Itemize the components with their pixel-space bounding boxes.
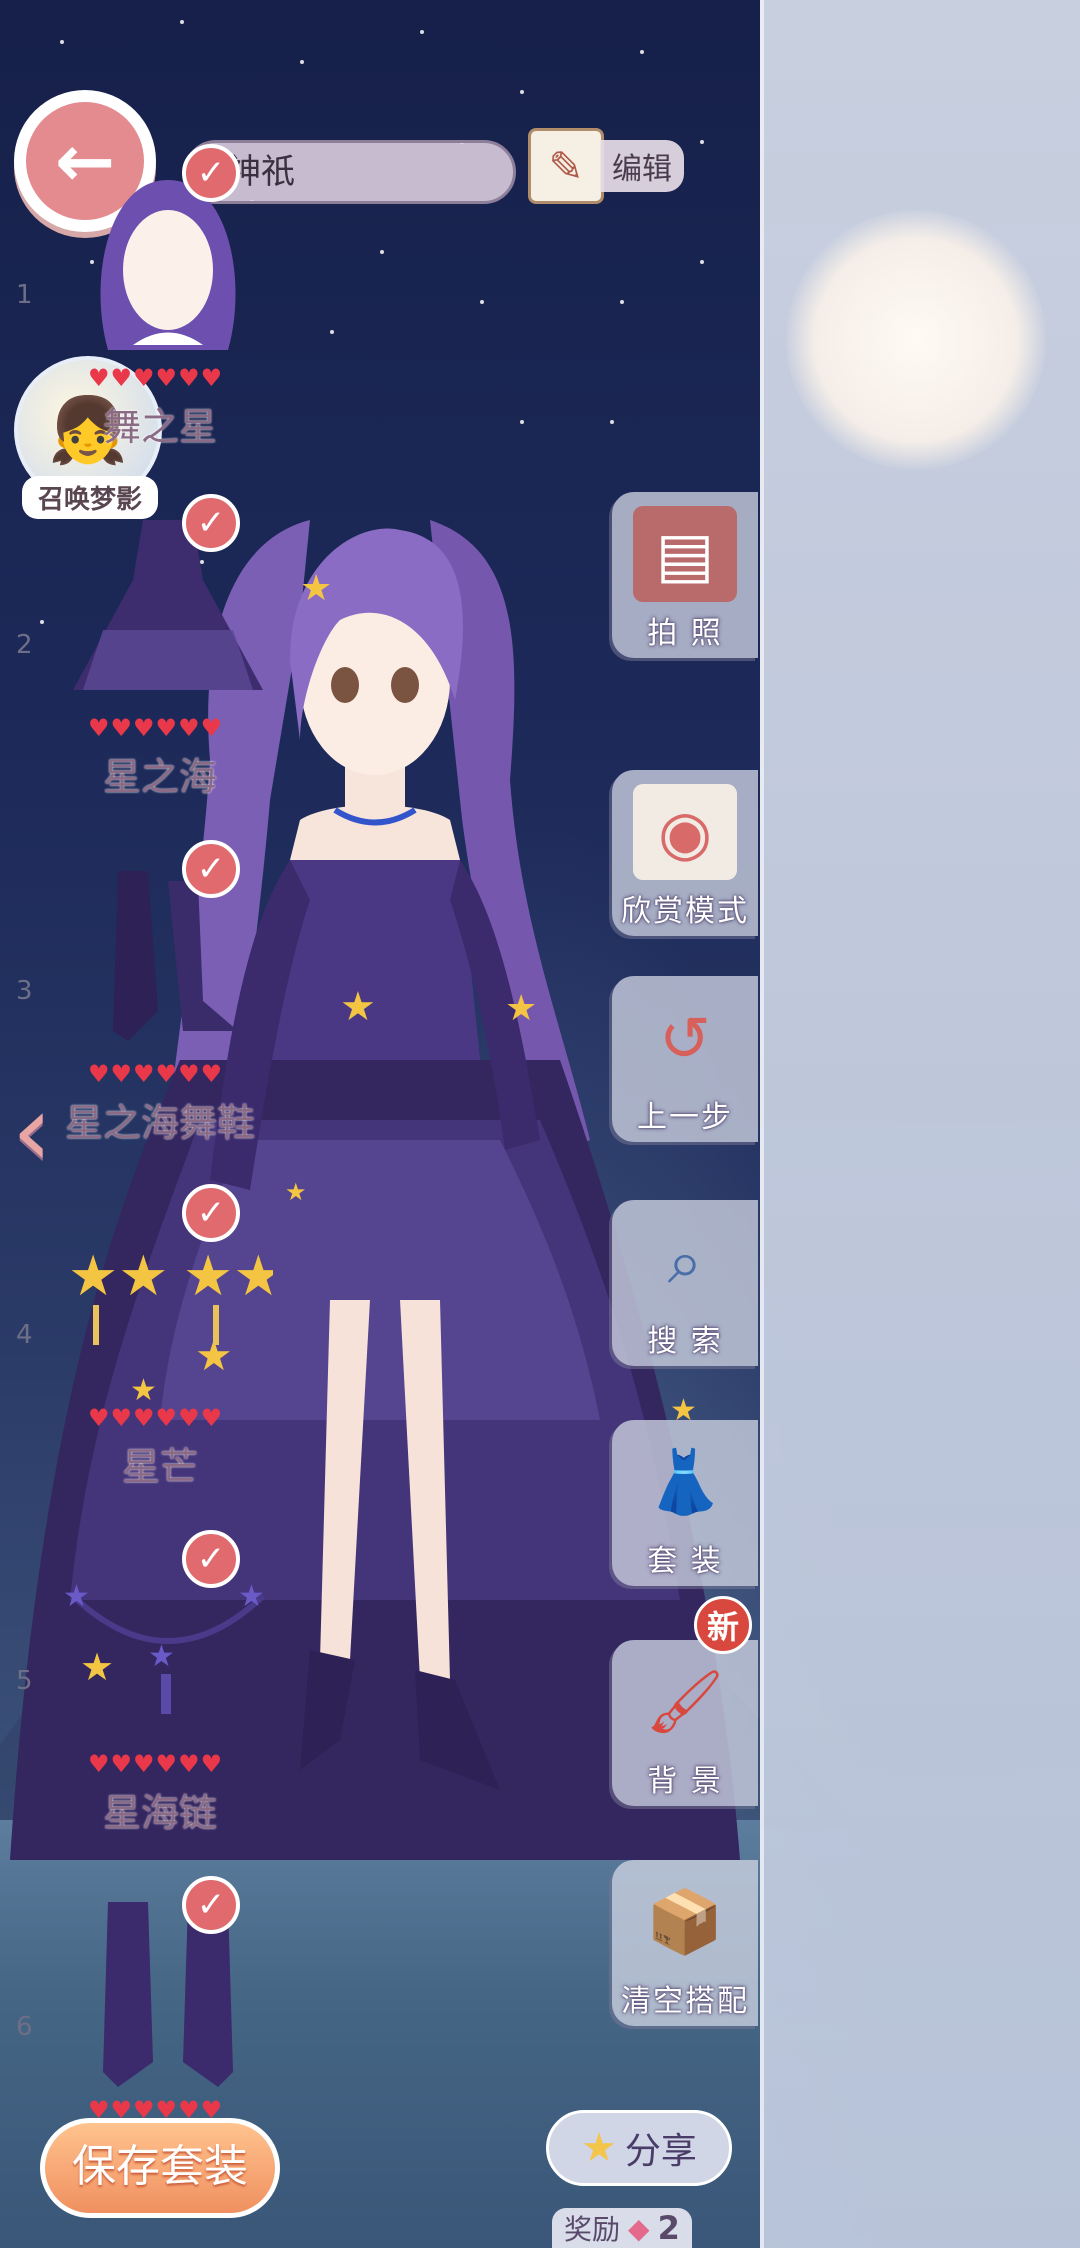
equipped-item[interactable]: 4 ★★ ★★ ✓ ♥♥♥♥♥♥ 星芒 bbox=[0, 1180, 320, 1520]
equipped-check-icon: ✓ bbox=[182, 144, 240, 202]
hair-ornament-icon: ★★ ★★ bbox=[58, 1200, 278, 1400]
sky-star bbox=[60, 40, 64, 44]
sky-star bbox=[700, 140, 704, 144]
item-name: 舞之星 bbox=[102, 405, 217, 449]
svg-text:★★: ★★ bbox=[183, 1244, 273, 1309]
rarity-hearts: ♥♥♥♥♥♥ bbox=[88, 714, 224, 742]
save-outfit-button[interactable]: 保存套装 bbox=[40, 2118, 280, 2218]
item-name: 星海链 bbox=[102, 1791, 217, 1835]
edit-name-button[interactable]: ✎ 编辑 bbox=[528, 128, 684, 204]
item-index: 4 bbox=[16, 1320, 33, 1350]
equipped-item[interactable]: 5 ★ ★ ★ ✓ ♥♥♥♥♥♥ 星海链 bbox=[0, 1526, 320, 1866]
item-index: 3 bbox=[16, 976, 33, 1006]
sky-star bbox=[330, 330, 334, 334]
equipped-item[interactable]: 3 ✓ ♥♥♥♥♥♥ 星之海舞鞋 bbox=[0, 836, 320, 1176]
suit-button[interactable]: 👗 套 装 bbox=[612, 1420, 758, 1586]
rarity-hearts: ♥♥♥♥♥♥ bbox=[88, 1060, 224, 1088]
rarity-hearts: ♥♥♥♥♥♥ bbox=[88, 1404, 224, 1432]
sky-star bbox=[610, 420, 614, 424]
suit-label: 套 装 bbox=[647, 1544, 723, 1579]
necklace-icon: ★ ★ ★ bbox=[58, 1546, 278, 1746]
photo-label: 拍 照 bbox=[647, 616, 723, 651]
equipped-check-icon: ✓ bbox=[182, 494, 240, 552]
item-index: 6 bbox=[16, 2012, 33, 2042]
background-label: 背 景 bbox=[647, 1764, 723, 1799]
svg-text:★★: ★★ bbox=[68, 1244, 168, 1309]
share-reward: 奖励 ◆ 2 bbox=[552, 2208, 692, 2248]
hairstyle-icon bbox=[58, 160, 278, 360]
rarity-hearts: ♥♥♥♥♥♥ bbox=[88, 1750, 224, 1778]
pencil-notepad-icon: ✎ bbox=[528, 128, 604, 204]
equipped-check-icon: ✓ bbox=[182, 1876, 240, 1934]
equipped-item[interactable]: 1 ✓ ♥♥♥♥♥♥ 舞之星 bbox=[0, 140, 320, 480]
view-mode-label: 欣赏模式 bbox=[621, 894, 749, 929]
sky-star bbox=[620, 300, 624, 304]
search-label: 搜 索 bbox=[647, 1324, 723, 1359]
rarity-hearts: ♥♥♥♥♥♥ bbox=[88, 364, 224, 392]
shoes-icon bbox=[58, 856, 278, 1056]
edit-label: 编辑 bbox=[600, 140, 684, 192]
undo-shirt-icon: ↺ bbox=[659, 1001, 711, 1075]
item-index: 5 bbox=[16, 1666, 33, 1696]
equipped-check-icon: ✓ bbox=[182, 1530, 240, 1588]
gold-star-decoration: ★ bbox=[340, 984, 376, 1030]
equipped-check-icon: ✓ bbox=[182, 1184, 240, 1242]
undo-button[interactable]: ↺ 上一步 bbox=[612, 976, 758, 1142]
gloves-icon bbox=[58, 1892, 278, 2092]
share-button[interactable]: ★ 分享 bbox=[546, 2110, 732, 2186]
svg-text:★: ★ bbox=[238, 1579, 265, 1614]
view-mode-button[interactable]: ◉ 欣赏模式 bbox=[612, 770, 758, 936]
box-icon: 📦 bbox=[646, 1885, 724, 1958]
clear-outfit-label: 清空搭配 bbox=[621, 1984, 749, 2019]
character-eye-right bbox=[391, 667, 419, 703]
character-eye-left bbox=[331, 667, 359, 703]
sky-star bbox=[420, 30, 424, 34]
svg-text:★: ★ bbox=[63, 1579, 90, 1614]
svg-text:★: ★ bbox=[148, 1639, 175, 1674]
paint-brush-icon: 🖌 bbox=[645, 1665, 725, 1738]
reward-label: 奖励 bbox=[564, 2213, 621, 2246]
equipped-item[interactable]: 2 ✓ ♥♥♥♥♥♥ 星之海 bbox=[0, 490, 320, 830]
dress-icon: 👗 bbox=[646, 1445, 724, 1518]
sky-star bbox=[300, 60, 304, 64]
item-name: 星之海 bbox=[102, 755, 217, 799]
search-button[interactable]: ⌕ 搜 索 bbox=[612, 1200, 758, 1366]
diamond-icon: ◆ bbox=[628, 2211, 650, 2245]
sky-star bbox=[480, 300, 484, 304]
photo-button[interactable]: ▤ 拍 照 bbox=[612, 492, 758, 658]
item-index: 1 bbox=[16, 280, 33, 310]
clear-outfit-button[interactable]: 📦 清空搭配 bbox=[612, 1860, 758, 2026]
item-name: 星芒 bbox=[121, 1445, 198, 1489]
share-label: 分享 bbox=[624, 2131, 697, 2172]
sky-star bbox=[520, 90, 524, 94]
sky-star bbox=[520, 420, 524, 424]
camera-icon: ◉ bbox=[633, 784, 737, 880]
new-badge: 新 bbox=[694, 1596, 752, 1654]
gown-icon bbox=[58, 510, 278, 710]
sky-star bbox=[380, 250, 384, 254]
background-button[interactable]: 🖌 背 景 bbox=[612, 1640, 758, 1806]
item-name: 星之海舞鞋 bbox=[64, 1101, 255, 1145]
sky-star bbox=[640, 50, 644, 54]
sky-star bbox=[180, 20, 184, 24]
photo-album-icon: ▤ bbox=[633, 506, 737, 602]
undo-label: 上一步 bbox=[637, 1100, 733, 1135]
reward-count: 2 bbox=[657, 2209, 680, 2247]
gold-star-decoration: ★ bbox=[505, 988, 537, 1029]
magnifier-icon: ⌕ bbox=[667, 1225, 703, 1298]
moon-glow bbox=[786, 210, 1046, 470]
item-index: 2 bbox=[16, 630, 33, 660]
star-icon: ★ bbox=[581, 2125, 617, 2171]
equipped-check-icon: ✓ bbox=[182, 840, 240, 898]
sky-star bbox=[700, 260, 704, 264]
